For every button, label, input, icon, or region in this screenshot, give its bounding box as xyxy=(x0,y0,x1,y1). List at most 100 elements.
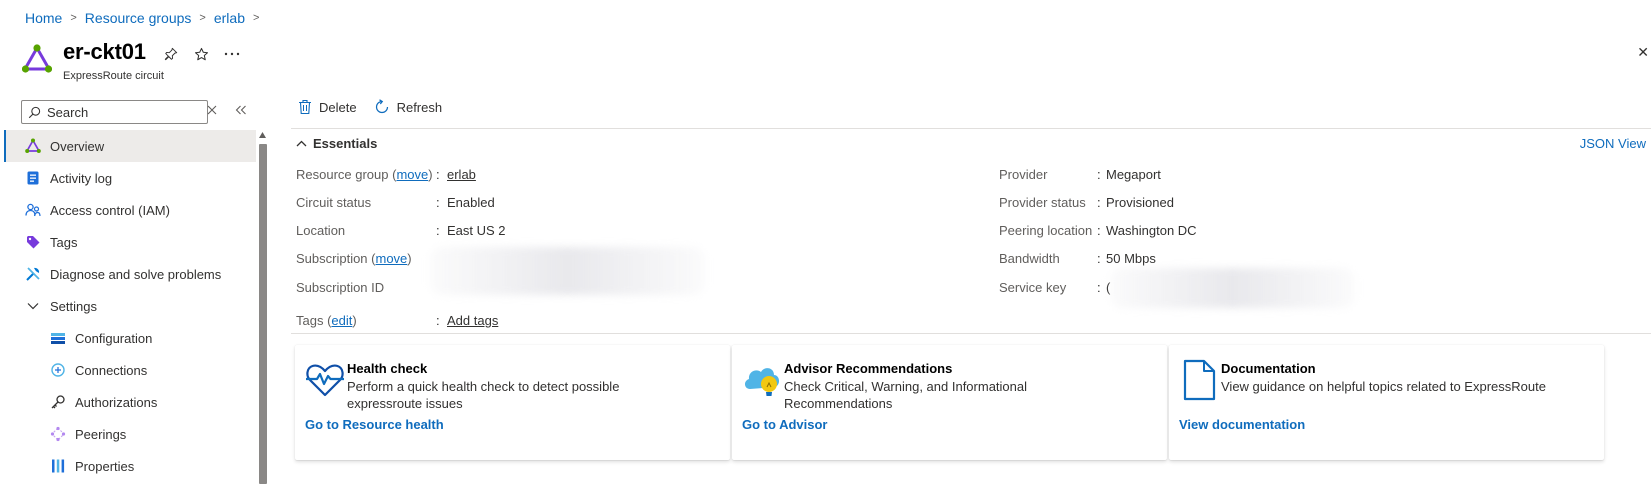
prop-label: Location xyxy=(296,223,346,238)
edit-tags-link[interactable]: edit xyxy=(331,313,352,328)
breadcrumb-home[interactable]: Home xyxy=(25,10,62,26)
page-title: er-ckt01 xyxy=(63,39,146,64)
move-subscription-link[interactable]: move xyxy=(376,251,408,266)
nav-item-label: Access control (IAM) xyxy=(50,202,170,218)
colon: : xyxy=(1097,195,1101,210)
card-title: Documentation xyxy=(1221,361,1316,376)
nav-item-properties[interactable]: Properties xyxy=(4,450,256,482)
location-value: East US 2 xyxy=(447,223,506,238)
prop-tags: Tags (edit) : Add tags xyxy=(296,313,498,328)
clear-search-icon[interactable] xyxy=(207,102,217,118)
nav-item-label: Connections xyxy=(75,362,148,378)
divider xyxy=(291,128,1651,129)
key-icon xyxy=(49,393,67,411)
nav-item-configuration[interactable]: Configuration xyxy=(4,322,256,354)
nav-item-label: Overview xyxy=(50,138,105,154)
divider xyxy=(291,333,1651,334)
essentials-toggle[interactable]: Essentials xyxy=(296,136,377,151)
nav-item-tags[interactable]: Tags xyxy=(4,226,256,258)
search-icon xyxy=(28,106,41,118)
colon: : xyxy=(1097,280,1101,295)
bandwidth-value: 50 Mbps xyxy=(1106,251,1156,266)
nav-item-peerings[interactable]: Peerings xyxy=(4,418,256,450)
nav-item-connections[interactable]: Connections xyxy=(4,354,256,386)
nav-item-label: Peerings xyxy=(75,426,127,442)
nav-item-overview[interactable]: Overview xyxy=(4,130,256,162)
pin-icon[interactable] xyxy=(161,44,181,64)
prop-label: Subscription (move) xyxy=(296,251,412,266)
add-tags-link[interactable]: Add tags xyxy=(447,313,498,328)
colon: : xyxy=(436,223,440,238)
card-description: Perform a quick health check to detect p… xyxy=(347,379,620,411)
prop-peering-location: Peering location : Washington DC xyxy=(999,223,1197,238)
nav-item-label: Authorizations xyxy=(75,394,158,410)
provider-status-value: Provisioned xyxy=(1106,195,1174,210)
prop-provider: Provider : Megaport xyxy=(999,167,1161,182)
diagnose-icon xyxy=(24,265,42,283)
collapse-menu-icon[interactable] xyxy=(235,102,247,118)
star-icon[interactable] xyxy=(191,44,211,64)
nav-group-settings[interactable]: Settings xyxy=(4,290,256,322)
close-icon[interactable]: ✕ xyxy=(1637,44,1649,61)
json-view-link[interactable]: JSON View xyxy=(1580,136,1646,151)
card-description: Check Critical, Warning, and Information… xyxy=(784,379,1028,411)
resource-group-link[interactable]: erlab xyxy=(447,167,476,182)
prop-subscription-id: Subscription ID xyxy=(296,280,384,295)
nav-item-label: Configuration xyxy=(75,330,153,346)
chevron-right-icon: > xyxy=(70,12,77,24)
card-description: View guidance on helpful topics related … xyxy=(1221,379,1546,394)
nav-item-access-control[interactable]: Access control (IAM) xyxy=(4,194,256,226)
refresh-icon xyxy=(375,99,388,114)
nav-item-label: Tags xyxy=(50,234,78,250)
nav-item-authorizations[interactable]: Authorizations xyxy=(4,386,256,418)
prop-label: Resource group (move) xyxy=(296,167,433,182)
search-box[interactable] xyxy=(21,100,208,124)
move-resource-group-link[interactable]: move xyxy=(396,167,428,182)
more-options-icon[interactable] xyxy=(222,44,242,64)
document-icon xyxy=(1183,359,1216,401)
nav-item-label: Diagnose and solve problems xyxy=(50,266,222,282)
expressroute-icon xyxy=(24,137,42,155)
peerings-icon xyxy=(49,425,67,443)
nav-item-activity-log[interactable]: Activity log xyxy=(4,162,256,194)
search-input[interactable] xyxy=(47,104,197,120)
documentation-card: Documentation View guidance on helpful t… xyxy=(1169,345,1604,460)
colon: : xyxy=(1097,223,1101,238)
page-subtitle: ExpressRoute circuit xyxy=(63,70,164,82)
prop-label: Service key xyxy=(999,280,1067,295)
card-title: Health check xyxy=(347,361,428,376)
view-documentation-link[interactable]: View documentation xyxy=(1179,417,1305,432)
refresh-button[interactable]: Refresh xyxy=(374,99,443,115)
colon: : xyxy=(1097,251,1101,266)
delete-label: Delete xyxy=(319,99,357,115)
health-check-card: Health check Perform a quick health chec… xyxy=(295,345,730,460)
nav-item-label: Properties xyxy=(75,458,135,474)
prop-circuit-status: Circuit status : Enabled xyxy=(296,195,495,210)
trash-icon xyxy=(299,99,311,115)
prop-service-key: Service key : ( xyxy=(999,280,1110,295)
resource-menu: Overview Activity log Access control (IA… xyxy=(4,130,256,482)
breadcrumb-resource-groups[interactable]: Resource groups xyxy=(85,10,192,26)
prop-provider-status: Provider status : Provisioned xyxy=(999,195,1174,210)
scroll-thumb[interactable] xyxy=(259,144,267,484)
nav-item-diagnose[interactable]: Diagnose and solve problems xyxy=(4,258,256,290)
properties-icon xyxy=(49,457,67,475)
command-bar: Delete Refresh xyxy=(298,99,459,115)
refresh-label: Refresh xyxy=(396,99,443,115)
scroll-up-arrow-icon[interactable] xyxy=(258,130,267,140)
go-to-resource-health-link[interactable]: Go to Resource health xyxy=(305,417,444,432)
prop-location: Location : East US 2 xyxy=(296,223,506,238)
breadcrumb: Home > Resource groups > erlab > xyxy=(25,10,267,26)
prop-subscription: Subscription (move) xyxy=(296,251,412,266)
delete-button[interactable]: Delete xyxy=(298,99,357,115)
breadcrumb-erlab[interactable]: erlab xyxy=(214,10,245,26)
health-heart-icon xyxy=(306,364,344,397)
prop-label: Tags (edit) xyxy=(296,313,357,328)
nav-item-label: Settings xyxy=(50,298,97,314)
circuit-status-value: Enabled xyxy=(447,195,495,210)
activity-log-icon xyxy=(24,169,42,187)
go-to-advisor-link[interactable]: Go to Advisor xyxy=(742,417,827,432)
colon: : xyxy=(436,195,440,210)
nav-scrollbar[interactable] xyxy=(258,130,267,484)
configuration-icon xyxy=(49,329,67,347)
